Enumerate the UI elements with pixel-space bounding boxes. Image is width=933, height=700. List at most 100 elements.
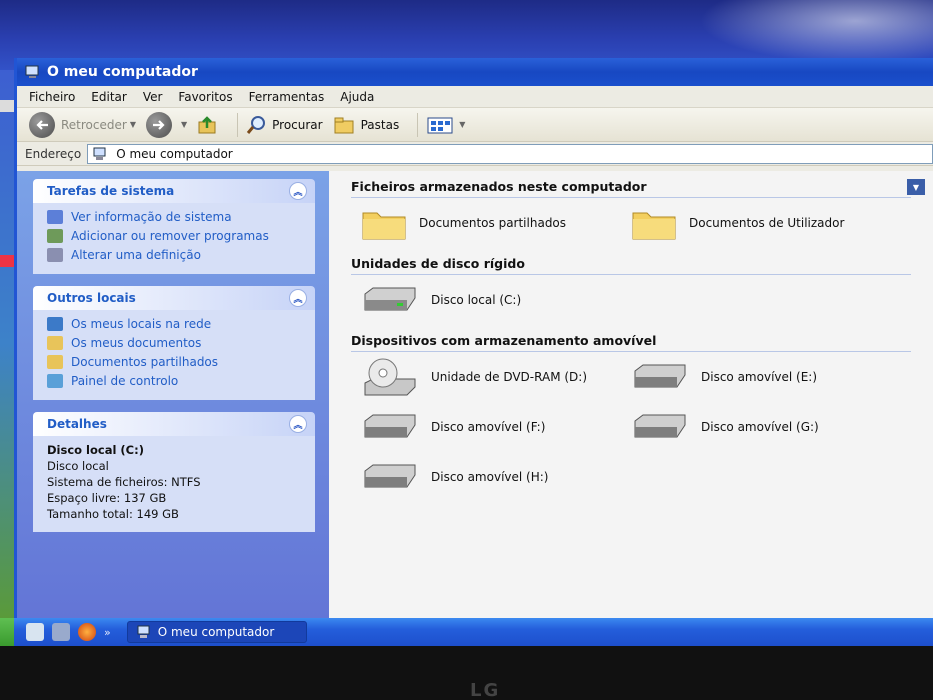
item-removable-g[interactable]: Disco amovível (G:): [631, 402, 901, 452]
settings-icon: [47, 248, 63, 262]
link-system-info[interactable]: Ver informação de sistema: [47, 209, 303, 225]
monitor-bezel: [0, 646, 933, 700]
item-shared-documents[interactable]: Documentos partilhados: [361, 198, 631, 248]
search-label: Procurar: [272, 117, 323, 132]
documents-folder-icon: [47, 336, 63, 350]
item-label: Unidade de DVD-RAM (D:): [431, 370, 588, 384]
menu-favorites[interactable]: Favoritos: [178, 90, 232, 104]
other-places-panel: Outros locais ︽ Os meus locais na rede O…: [33, 286, 315, 400]
start-button[interactable]: [0, 618, 14, 646]
window-title: O meu computador: [47, 64, 198, 80]
folders-button[interactable]: Pastas: [333, 115, 400, 135]
menu-tools[interactable]: Ferramentas: [249, 90, 325, 104]
forward-button[interactable]: ▼: [145, 111, 187, 138]
chevron-down-icon[interactable]: ▼: [907, 179, 925, 195]
search-icon: [246, 115, 266, 134]
back-label: Retroceder: [61, 117, 127, 132]
toolbar: Retroceder ▼ ▼ Procurar Pastas ▼: [17, 108, 933, 142]
item-local-disk-c[interactable]: Disco local (C:): [361, 275, 631, 325]
menu-help[interactable]: Ajuda: [340, 90, 374, 104]
item-dvd-ram-d[interactable]: Unidade de DVD-RAM (D:): [361, 352, 631, 402]
chevron-right-icon[interactable]: »: [104, 626, 111, 639]
control-panel-icon: [47, 374, 63, 388]
collapse-icon[interactable]: ︽: [289, 289, 307, 307]
shared-folder-icon: [47, 355, 63, 369]
details-name: Disco local (C:): [47, 443, 144, 457]
address-bar: Endereço O meu computador: [17, 142, 933, 166]
toolbar-separator: [417, 112, 419, 137]
menu-file[interactable]: Ficheiro: [29, 90, 75, 104]
dvd-drive-icon: [364, 358, 416, 396]
taskbar-button-label: O meu computador: [157, 625, 275, 639]
views-icon: [427, 117, 453, 133]
link-label: Painel de controlo: [71, 374, 179, 388]
link-network-places[interactable]: Os meus locais na rede: [47, 316, 303, 332]
quick-launch: »: [14, 623, 111, 641]
item-user-documents[interactable]: Documentos de Utilizador: [631, 198, 901, 248]
network-icon: [47, 317, 63, 331]
item-removable-e[interactable]: Disco amovível (E:): [631, 352, 901, 402]
title-bar[interactable]: O meu computador: [17, 58, 933, 86]
details-free-space: Espaço livre: 137 GB: [47, 491, 167, 505]
folders-icon: [334, 117, 354, 133]
monitor-logo: LG: [470, 680, 501, 700]
show-desktop-icon[interactable]: [26, 623, 44, 641]
up-folder-button[interactable]: [197, 115, 219, 135]
link-label: Alterar uma definição: [71, 248, 201, 262]
up-folder-icon: [198, 115, 216, 133]
system-tasks-body: Ver informação de sistema Adicionar ou r…: [33, 203, 315, 274]
removable-drive-icon: [634, 364, 686, 388]
search-button[interactable]: Procurar: [246, 115, 323, 135]
views-button[interactable]: ▼: [426, 115, 465, 135]
address-field[interactable]: O meu computador: [87, 143, 933, 164]
taskbar-button-my-computer[interactable]: O meu computador: [126, 621, 307, 643]
item-label: Disco amovível (G:): [701, 420, 819, 434]
group-hard-disks-header: Unidades de disco rígido: [351, 256, 911, 275]
menu-view[interactable]: Ver: [143, 90, 163, 104]
item-removable-f[interactable]: Disco amovível (F:): [361, 402, 631, 452]
media-player-icon[interactable]: [52, 623, 70, 641]
link-add-remove-programs[interactable]: Adicionar ou remover programas: [47, 228, 303, 244]
computer-icon: [25, 65, 41, 79]
panel-title: Outros locais: [47, 291, 136, 305]
group-removable: Unidade de DVD-RAM (D:) Disco amovível (…: [351, 352, 933, 502]
details-panel: Detalhes ︽ Disco local (C:) Disco local …: [33, 412, 315, 532]
menu-edit[interactable]: Editar: [91, 90, 127, 104]
other-places-body: Os meus locais na rede Os meus documento…: [33, 310, 315, 400]
link-label: Adicionar ou remover programas: [71, 229, 269, 243]
forward-arrow-icon: [145, 111, 172, 138]
back-button[interactable]: Retroceder ▼: [29, 111, 136, 138]
collapse-icon[interactable]: ︽: [289, 182, 307, 200]
task-pane: Tarefas de sistema ︽ Ver informação de s…: [17, 171, 329, 618]
file-view: ▼ Ficheiros armazenados neste computador…: [329, 171, 933, 618]
link-change-setting[interactable]: Alterar uma definição: [47, 247, 303, 263]
desktop-icon[interactable]: [0, 100, 14, 112]
panel-title: Tarefas de sistema: [47, 184, 175, 198]
panel-title: Detalhes: [47, 417, 107, 431]
details-header[interactable]: Detalhes ︽: [33, 412, 315, 436]
explorer-window: O meu computador Ficheiro Editar Ver Fav…: [14, 58, 933, 618]
item-label: Disco local (C:): [431, 293, 522, 307]
back-arrow-icon: [29, 111, 55, 138]
group-stored-files: Documentos partilhados Documentos de Uti…: [351, 198, 933, 248]
desktop-icon[interactable]: [0, 255, 14, 267]
collapse-icon[interactable]: ︽: [289, 415, 307, 433]
content-area: Tarefas de sistema ︽ Ver informação de s…: [17, 171, 933, 618]
group-stored-files-header: Ficheiros armazenados neste computador: [351, 179, 911, 198]
item-label: Disco amovível (H:): [431, 470, 549, 484]
desktop-edge: [0, 70, 14, 618]
other-places-header[interactable]: Outros locais ︽: [33, 286, 315, 310]
chevron-down-icon: ▼: [459, 120, 466, 129]
system-tasks-panel: Tarefas de sistema ︽ Ver informação de s…: [33, 179, 315, 274]
menu-bar: Ficheiro Editar Ver Favoritos Ferramenta…: [17, 86, 933, 108]
folders-label: Pastas: [360, 117, 400, 132]
link-control-panel[interactable]: Painel de controlo: [47, 373, 303, 389]
link-my-documents[interactable]: Os meus documentos: [47, 335, 303, 351]
item-removable-h[interactable]: Disco amovível (H:): [361, 452, 631, 502]
group-hard-disks: Disco local (C:): [351, 275, 933, 325]
firefox-icon[interactable]: [78, 623, 96, 641]
item-label: Documentos partilhados: [419, 216, 567, 230]
link-shared-documents[interactable]: Documentos partilhados: [47, 354, 303, 370]
system-tasks-header[interactable]: Tarefas de sistema ︽: [33, 179, 315, 203]
link-label: Documentos partilhados: [71, 355, 219, 369]
